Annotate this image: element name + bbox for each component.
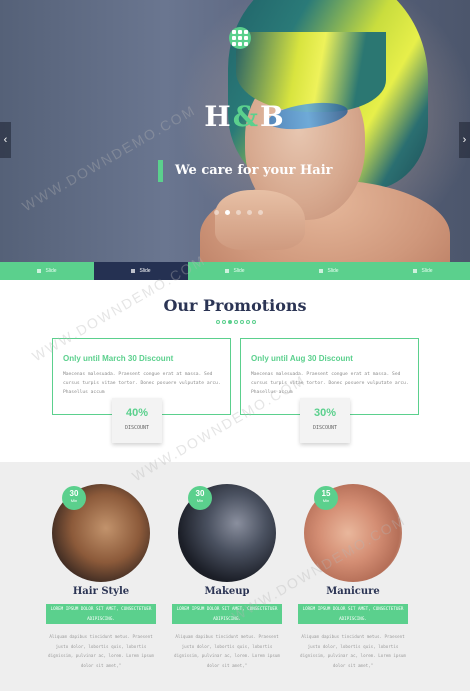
duration-number: 15 (321, 489, 331, 498)
slide-tab-label: Slide (421, 268, 433, 274)
slider-dot[interactable] (214, 210, 219, 215)
duration-unit: Min (196, 498, 204, 503)
slide-tab-label: Slide (139, 268, 151, 274)
slide-tabs-bar: Slide Slide Slide Slide Slide (0, 262, 470, 280)
slide-tab-icon (413, 269, 418, 273)
service-title[interactable]: Manicure (304, 586, 402, 597)
discount-label: DISCOUNT (124, 425, 150, 431)
promo-card-text: Maecenas malesuada. Praesent congue erat… (63, 372, 221, 395)
promo-card-heading: Only until Aug 30 Discount (251, 354, 353, 363)
discount-label: DISCOUNT (312, 425, 338, 431)
service-title[interactable]: Hair Style (52, 586, 150, 597)
slide-tab-icon (319, 269, 324, 273)
grid-menu-icon[interactable] (229, 27, 251, 49)
hero-tagline: We care for your Hair (158, 160, 333, 182)
prev-arrow-icon[interactable]: ‹ (0, 122, 11, 158)
service-description: Aliquam dapibus tincidunt metus. Praesen… (300, 634, 406, 668)
service-description: Aliquam dapibus tincidunt metus. Praesen… (48, 634, 154, 668)
duration-number: 30 (195, 489, 205, 498)
slide-tab-label: Slide (327, 268, 339, 274)
discount-percent: 30% (313, 407, 337, 419)
next-arrow-icon[interactable]: › (459, 122, 470, 158)
hero-slider: H&B We care for your Hair ‹ › (0, 0, 470, 262)
discount-percent: 40% (125, 407, 149, 419)
slide-tab-4[interactable]: Slide (282, 262, 376, 280)
slide-tab-label: Slide (45, 268, 57, 274)
slide-tab-1[interactable]: Slide (0, 262, 94, 280)
slider-dot[interactable] (258, 210, 263, 215)
brand-h: H (204, 100, 233, 133)
slide-tab-icon (131, 269, 136, 273)
slide-tab-icon (37, 269, 42, 273)
hero-photo-hands (215, 190, 305, 250)
slider-dot[interactable] (247, 210, 252, 215)
service-description: Aliquam dapibus tincidunt metus. Praesen… (174, 634, 280, 668)
service-subtitle: LOREM IPSUM DOLOR SIT AMET, CONSECTETUER… (298, 604, 408, 624)
slide-tab-5[interactable]: Slide (376, 262, 470, 280)
slider-dots (214, 210, 263, 215)
discount-badge: 40% DISCOUNT (112, 398, 162, 443)
slide-tab-label: Slide (233, 268, 245, 274)
duration-unit: Min (70, 498, 78, 503)
duration-badge: 30 Min (62, 486, 86, 510)
duration-unit: Min (322, 498, 330, 503)
slide-tab-icon (225, 269, 230, 273)
brand-b: B (260, 100, 286, 133)
slider-dot[interactable] (236, 210, 241, 215)
brand-ampersand: & (232, 100, 261, 133)
service-subtitle: LOREM IPSUM DOLOR SIT AMET, CONSECTETUER… (46, 604, 156, 624)
promotions-title: Our Promotions (163, 296, 307, 315)
section-divider-dots (216, 320, 256, 324)
promo-card-heading: Only until March 30 Discount (63, 354, 174, 363)
duration-number: 30 (69, 489, 79, 498)
brand-logo-text: H&B (200, 100, 290, 133)
discount-badge: 30% DISCOUNT (300, 398, 350, 443)
duration-badge: 15 Min (314, 486, 338, 510)
duration-badge: 30 Min (188, 486, 212, 510)
slider-dot-active[interactable] (225, 210, 230, 215)
